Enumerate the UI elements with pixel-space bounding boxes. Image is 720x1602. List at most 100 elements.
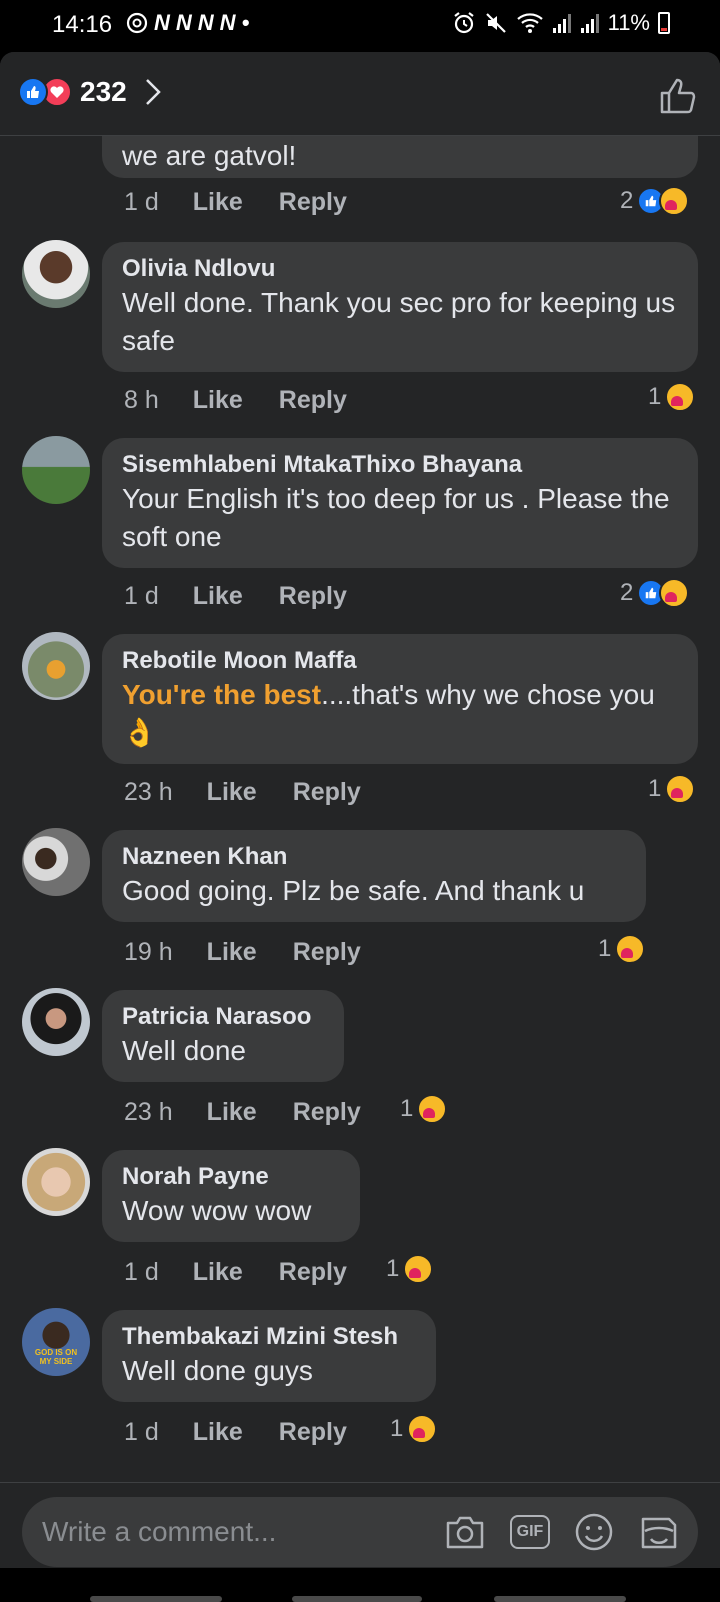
comment-author[interactable]: Patricia Narasoo bbox=[122, 1002, 324, 1032]
comment-time[interactable]: 1 d bbox=[124, 188, 159, 217]
notification-n-icon: N bbox=[154, 10, 170, 36]
comment-time[interactable]: 1 d bbox=[124, 582, 159, 611]
comment-time[interactable]: 1 d bbox=[124, 1258, 159, 1287]
comment-input-box[interactable]: GIF bbox=[22, 1497, 698, 1567]
comment-reactions[interactable]: 1 bbox=[648, 382, 695, 412]
like-button[interactable]: Like bbox=[193, 582, 243, 611]
nav-recents[interactable] bbox=[90, 1596, 222, 1602]
care-reaction-icon bbox=[665, 774, 695, 804]
comment-bubble[interactable]: Nazneen Khan Good going. Plz be safe. An… bbox=[102, 830, 646, 922]
notification-n-icon: N bbox=[198, 10, 214, 36]
comment-author[interactable]: Olivia Ndlovu bbox=[122, 254, 678, 284]
composer-tools: GIF bbox=[444, 1497, 680, 1567]
alarm-icon bbox=[452, 11, 476, 35]
comment-reactions[interactable]: 1 bbox=[390, 1414, 437, 1444]
reply-button[interactable]: Reply bbox=[279, 188, 347, 217]
comment-text: Your English it's too deep for us . Plea… bbox=[122, 480, 678, 556]
like-button[interactable]: Like bbox=[193, 188, 243, 217]
reply-button[interactable]: Reply bbox=[293, 938, 361, 967]
nav-back[interactable] bbox=[494, 1596, 626, 1602]
comment-bubble[interactable]: Norah Payne Wow wow wow bbox=[102, 1150, 360, 1242]
notification-n-icon: N bbox=[176, 10, 192, 36]
reply-button[interactable]: Reply bbox=[293, 778, 361, 807]
avatar[interactable] bbox=[22, 988, 90, 1056]
comment-author[interactable]: Sisemhlabeni MtakaThixo Bhayana bbox=[122, 450, 678, 480]
comment-text: You're the best....that's why we chose y… bbox=[122, 676, 678, 752]
comment-bubble[interactable]: Thembakazi Mzini Stesh Well done guys bbox=[102, 1310, 436, 1402]
comment-bubble[interactable]: Sisemhlabeni MtakaThixo Bhayana Your Eng… bbox=[102, 438, 698, 568]
comment-author[interactable]: Rebotile Moon Maffa bbox=[122, 646, 678, 676]
comment-time[interactable]: 19 h bbox=[124, 938, 173, 967]
gif-button[interactable]: GIF bbox=[510, 1515, 550, 1549]
reply-button[interactable]: Reply bbox=[293, 1098, 361, 1127]
comment-text: Well done bbox=[122, 1032, 324, 1070]
comment-reactions[interactable]: 1 bbox=[598, 934, 645, 964]
dot-icon: • bbox=[242, 10, 250, 36]
notification-icons: N N N N • bbox=[126, 10, 249, 36]
comment-input[interactable] bbox=[42, 1516, 402, 1548]
comment-bubble[interactable]: we are gatvol! bbox=[102, 136, 698, 178]
care-reaction-icon bbox=[615, 934, 645, 964]
like-button[interactable]: Like bbox=[193, 386, 243, 415]
comment-author[interactable]: Thembakazi Mzini Stesh bbox=[122, 1322, 416, 1352]
comment-reactions[interactable]: 1 bbox=[400, 1094, 447, 1124]
like-button[interactable]: Like bbox=[193, 1258, 243, 1287]
care-reaction-icon bbox=[659, 578, 689, 608]
comment-actions: 1 d Like Reply bbox=[124, 582, 383, 611]
like-button[interactable]: Like bbox=[207, 778, 257, 807]
like-button[interactable]: Like bbox=[193, 1418, 243, 1447]
comment-time[interactable]: 1 d bbox=[124, 1418, 159, 1447]
comment-actions: 1 d Like Reply bbox=[124, 1258, 383, 1287]
avatar[interactable] bbox=[22, 1148, 90, 1216]
avatar[interactable] bbox=[22, 240, 90, 308]
care-reaction-icon bbox=[403, 1254, 433, 1284]
signal-icon bbox=[552, 12, 572, 34]
like-button[interactable]: Like bbox=[207, 938, 257, 967]
camera-icon[interactable] bbox=[444, 1514, 486, 1550]
reaction-count: 1 bbox=[390, 1415, 403, 1443]
comment-actions: 19 h Like Reply bbox=[124, 938, 397, 967]
comment-time[interactable]: 23 h bbox=[124, 1098, 173, 1127]
comment-text: Well done. Thank you sec pro for keeping… bbox=[122, 284, 678, 360]
avatar-caption: GOD IS ON MY SIDE bbox=[34, 1348, 78, 1366]
care-reaction-icon bbox=[407, 1414, 437, 1444]
avatar[interactable] bbox=[22, 632, 90, 700]
sticker-icon[interactable] bbox=[638, 1511, 680, 1553]
reply-button[interactable]: Reply bbox=[279, 1258, 347, 1287]
like-button-icon[interactable] bbox=[658, 76, 698, 116]
battery-percent: 11% bbox=[608, 10, 650, 36]
comment-time[interactable]: 8 h bbox=[124, 386, 159, 415]
comment-actions: 1 d Like Reply bbox=[124, 188, 383, 217]
reaction-count: 1 bbox=[598, 935, 611, 963]
comments-header: 232 bbox=[0, 52, 720, 136]
comment-bubble[interactable]: Olivia Ndlovu Well done. Thank you sec p… bbox=[102, 242, 698, 372]
highlighted-text[interactable]: You're the best bbox=[122, 679, 321, 710]
comment-actions: 23 h Like Reply bbox=[124, 1098, 397, 1127]
reactions-summary[interactable]: 232 bbox=[18, 76, 163, 108]
comment-author[interactable]: Nazneen Khan bbox=[122, 842, 626, 872]
reaction-count: 2 bbox=[620, 579, 633, 607]
comment-bubble[interactable]: Rebotile Moon Maffa You're the best....t… bbox=[102, 634, 698, 764]
comment-reactions[interactable]: 2 bbox=[620, 578, 689, 608]
like-reaction-icon bbox=[18, 77, 48, 107]
avatar[interactable]: GOD IS ON MY SIDE bbox=[22, 1308, 90, 1376]
nav-home[interactable] bbox=[292, 1596, 422, 1602]
comment-actions: 1 d Like Reply bbox=[124, 1418, 383, 1447]
reply-button[interactable]: Reply bbox=[279, 582, 347, 611]
reply-button[interactable]: Reply bbox=[279, 386, 347, 415]
notification-n-icon: N bbox=[220, 10, 236, 36]
comment-time[interactable]: 23 h bbox=[124, 778, 173, 807]
comment-bubble[interactable]: Patricia Narasoo Well done bbox=[102, 990, 344, 1082]
comment-reactions[interactable]: 2 bbox=[620, 186, 689, 216]
reaction-count: 1 bbox=[648, 383, 661, 411]
reply-button[interactable]: Reply bbox=[279, 1418, 347, 1447]
comment-reactions[interactable]: 1 bbox=[386, 1254, 433, 1284]
comment-author[interactable]: Norah Payne bbox=[122, 1162, 340, 1192]
system-nav-bar bbox=[0, 1568, 720, 1600]
avatar[interactable] bbox=[22, 828, 90, 896]
comment-reactions[interactable]: 1 bbox=[648, 774, 695, 804]
like-button[interactable]: Like bbox=[207, 1098, 257, 1127]
avatar[interactable] bbox=[22, 436, 90, 504]
mute-icon bbox=[484, 11, 508, 35]
emoji-icon[interactable] bbox=[574, 1512, 614, 1552]
